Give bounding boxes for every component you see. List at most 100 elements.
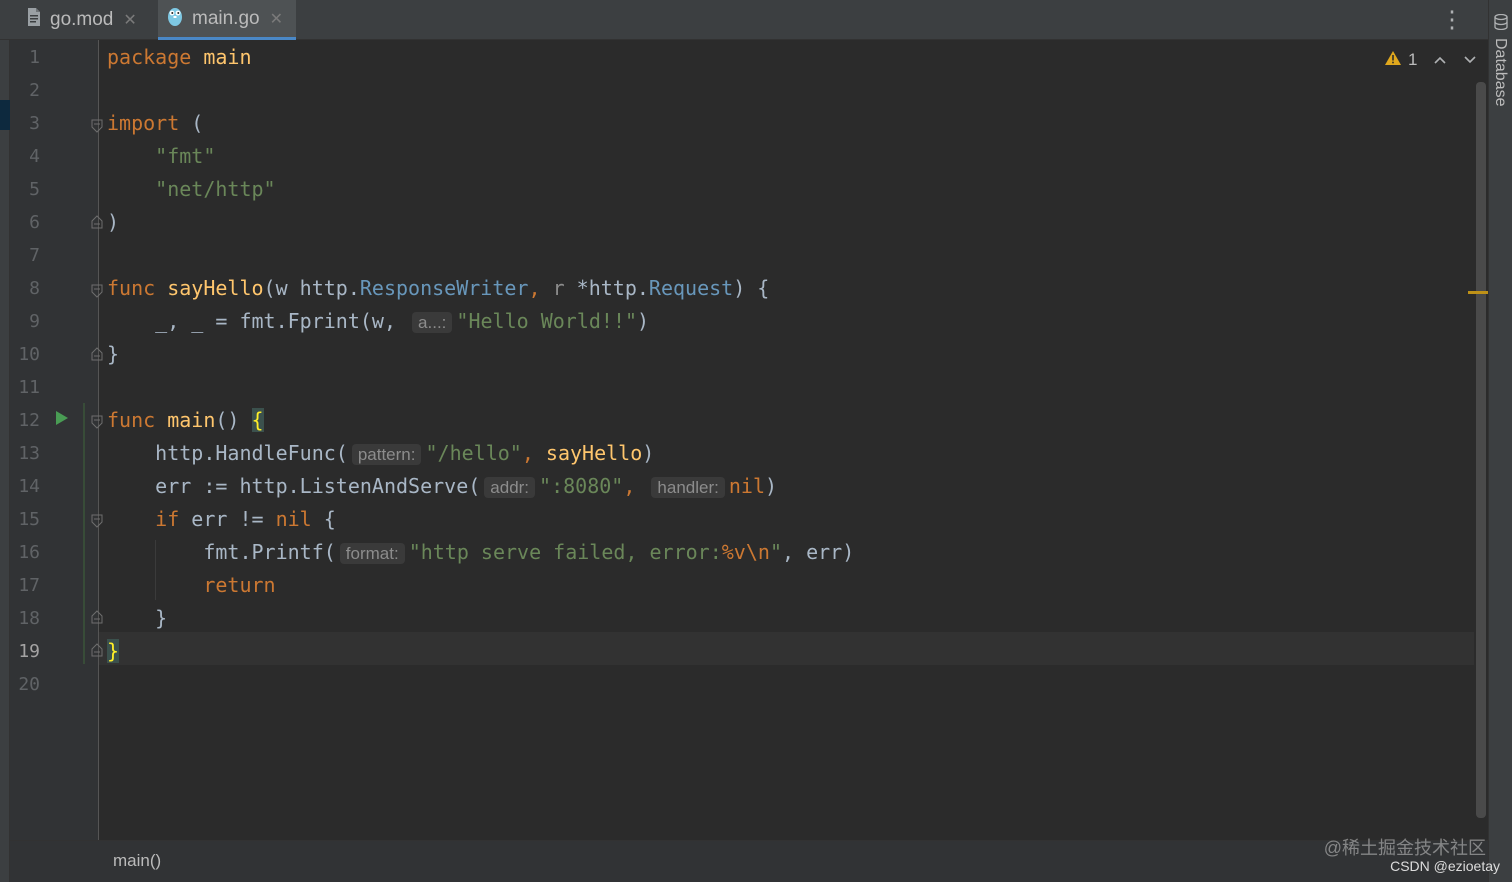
parameter-hint: a...: <box>412 312 453 333</box>
line-number[interactable]: 10 <box>10 338 40 371</box>
next-highlight-icon[interactable] <box>1463 50 1477 70</box>
close-icon[interactable]: ✕ <box>123 10 136 30</box>
code-line-14[interactable]: err := http.ListenAndServe(addr: ":8080",… <box>107 470 777 503</box>
package-ref: http. <box>299 276 360 300</box>
code-line-15[interactable]: if err != nil { <box>107 503 336 536</box>
paren: ) <box>764 474 778 498</box>
string-literal: " <box>769 540 782 564</box>
line-number[interactable]: 1 <box>10 41 40 74</box>
database-tool-button[interactable]: Database <box>1491 38 1509 107</box>
line-number[interactable]: 6 <box>10 206 40 239</box>
watermark: @稀土掘金技术社区 <box>1323 838 1486 858</box>
fold-start-icon[interactable] <box>91 414 103 429</box>
string-literal: "/hello" <box>425 441 522 465</box>
line-number[interactable]: 8 <box>10 272 40 305</box>
brace: { <box>311 507 336 531</box>
fold-end-icon[interactable] <box>91 214 103 229</box>
code-text: , err) <box>781 540 855 564</box>
parameter-hint: format: <box>339 543 405 564</box>
code-line-1[interactable]: package main <box>107 41 252 74</box>
code-line-12[interactable]: func main() { <box>107 404 264 437</box>
code-line-5[interactable]: "net/http" <box>107 173 276 206</box>
file-icon <box>26 7 42 33</box>
fold-start-icon[interactable] <box>91 513 103 528</box>
inspection-widget[interactable]: 1 <box>1384 48 1477 72</box>
code-text: fmt.Printf( <box>203 540 336 564</box>
code-text: err := http.ListenAndServe( <box>155 474 481 498</box>
line-number[interactable]: 12 <box>10 404 40 437</box>
function-name: main <box>167 408 216 432</box>
line-number[interactable]: 14 <box>10 470 40 503</box>
parameter-hint: pattern: <box>351 444 422 465</box>
line-number[interactable]: 15 <box>10 503 40 536</box>
gopher-icon <box>166 5 184 33</box>
close-icon[interactable]: ✕ <box>270 9 283 29</box>
package-name: main <box>203 45 252 69</box>
fold-end-icon[interactable] <box>91 642 103 657</box>
code-line-8[interactable]: func sayHello(w http.ResponseWriter, r *… <box>107 272 769 305</box>
paren: () <box>215 408 252 432</box>
param: r <box>552 276 577 300</box>
line-number[interactable]: 5 <box>10 173 40 206</box>
more-options-icon[interactable]: · · · <box>1446 2 1458 38</box>
previous-highlight-icon[interactable] <box>1433 50 1447 70</box>
line-number[interactable]: 7 <box>10 239 40 272</box>
matched-brace: } <box>107 639 120 663</box>
brace: } <box>107 342 120 366</box>
line-number[interactable]: 16 <box>10 536 40 569</box>
code-line-18[interactable]: } <box>107 602 167 635</box>
fold-end-icon[interactable] <box>91 346 103 361</box>
code-line-3[interactable]: import ( <box>107 107 203 140</box>
param: (w <box>263 276 300 300</box>
brace: } <box>155 606 168 630</box>
code-line-6[interactable]: ) <box>107 206 119 239</box>
scrollbar-thumb[interactable] <box>1476 82 1486 818</box>
vcs-change-marker[interactable] <box>83 403 85 664</box>
parameter-hint: addr: <box>484 477 536 498</box>
separator: , <box>521 441 546 465</box>
fold-end-icon[interactable] <box>91 609 103 624</box>
function-ref: sayHello <box>545 441 643 465</box>
line-number[interactable]: 18 <box>10 602 40 635</box>
active-tool-marker <box>0 100 10 130</box>
code-line-13[interactable]: http.HandleFunc(pattern: "/hello", sayHel… <box>107 437 654 470</box>
database-icon[interactable] <box>1494 13 1508 34</box>
format-specifier: %v\n <box>721 540 770 564</box>
code-line-19[interactable]: } <box>107 635 120 668</box>
keyword: package <box>107 45 192 69</box>
line-number[interactable]: 3 <box>10 107 40 140</box>
current-line-highlight <box>99 632 1474 665</box>
keyword: return <box>203 573 276 597</box>
keyword: nil <box>275 507 312 531</box>
keyword: import <box>107 111 180 135</box>
line-number[interactable]: 17 <box>10 569 40 602</box>
fold-start-icon[interactable] <box>91 283 103 298</box>
tab-label: go.mod <box>50 9 114 30</box>
editor-tab-bar: go.mod ✕ main.go ✕ · · · <box>0 0 1488 40</box>
line-number[interactable]: 20 <box>10 668 40 701</box>
line-number[interactable]: 11 <box>10 371 40 404</box>
tab-go-mod[interactable]: go.mod ✕ <box>20 0 146 40</box>
code-text: http.HandleFunc( <box>155 441 348 465</box>
line-number[interactable]: 2 <box>10 74 40 107</box>
warning-stripe-marker[interactable] <box>1468 291 1488 294</box>
run-icon[interactable] <box>55 410 69 430</box>
tab-label: main.go <box>192 7 260 29</box>
code-line-10[interactable]: } <box>107 338 119 371</box>
fold-start-icon[interactable] <box>91 118 103 133</box>
code-line-9[interactable]: _, _ = fmt.Fprint(w, a...: "Hello World!!… <box>107 305 649 338</box>
code-line-16[interactable]: fmt.Printf(format: "http serve failed, er… <box>107 536 854 569</box>
line-number[interactable]: 13 <box>10 437 40 470</box>
string-literal: "net/http" <box>155 177 276 201</box>
keyword: nil <box>728 474 765 498</box>
line-number[interactable]: 4 <box>10 140 40 173</box>
paren: ) <box>637 309 650 333</box>
breadcrumb-item[interactable]: main() <box>113 851 161 871</box>
line-number[interactable]: 9 <box>10 305 40 338</box>
code-line-17[interactable]: return <box>107 569 276 602</box>
code-line-4[interactable]: "fmt" <box>107 140 215 173</box>
package-ref: *http. <box>576 276 649 300</box>
tab-main-go[interactable]: main.go ✕ <box>158 0 296 40</box>
line-number-current[interactable]: 19 <box>10 635 40 668</box>
breadcrumb: main() <box>10 840 1488 882</box>
